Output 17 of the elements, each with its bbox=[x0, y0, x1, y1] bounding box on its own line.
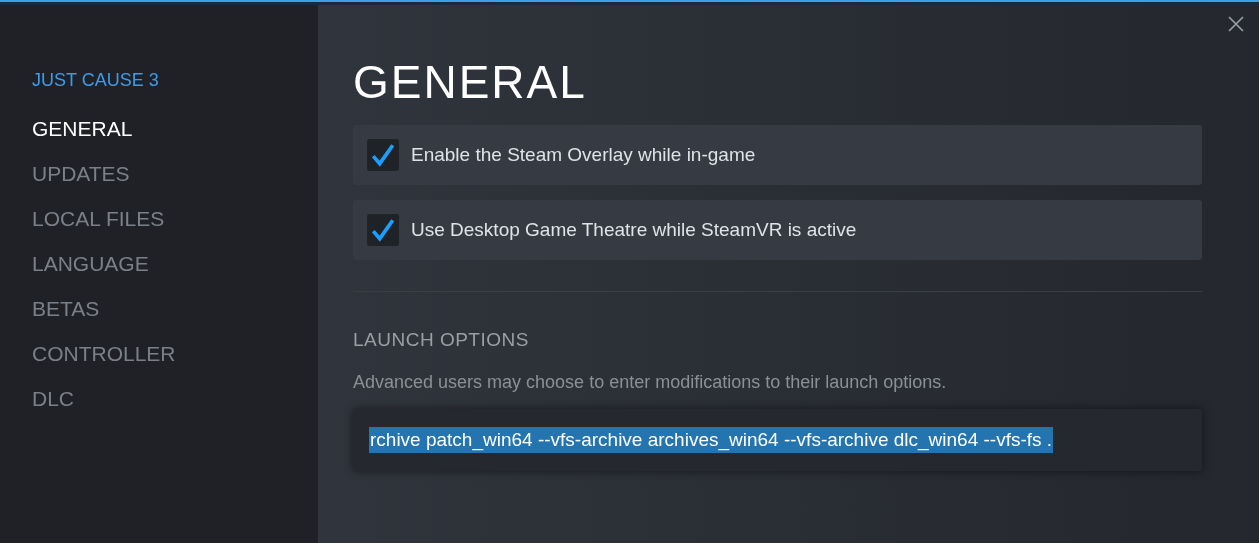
sidebar-item[interactable]: LOCAL FILES bbox=[32, 206, 165, 231]
launch-options-heading: LAUNCH OPTIONS bbox=[353, 328, 530, 352]
option-label: Enable the Steam Overlay while in-game bbox=[411, 142, 756, 167]
checkbox[interactable] bbox=[367, 214, 399, 246]
launch-options-field[interactable]: rchive patch_win64 --vfs-archive archives_win64 --vfs-archive dlc_win64 --vfs-fs . bbox=[353, 408, 1202, 471]
sidebar-item[interactable]: LANGUAGE bbox=[32, 251, 149, 276]
game-title: JUST CAUSE 3 bbox=[32, 69, 160, 92]
checkbox[interactable] bbox=[367, 139, 399, 171]
sidebar-item[interactable]: GENERAL bbox=[32, 116, 133, 141]
sidebar-item[interactable]: UPDATES bbox=[32, 161, 130, 186]
sidebar-item[interactable]: BETAS bbox=[32, 296, 100, 321]
launch-options-description: Advanced users may choose to enter modifications to their launch options. bbox=[353, 370, 948, 394]
sidebar-item[interactable]: DLC bbox=[32, 386, 74, 411]
page-heading: GENERAL bbox=[353, 59, 588, 105]
option-label: Use Desktop Game Theatre while SteamVR is active bbox=[411, 217, 857, 242]
sidebar-item[interactable]: CONTROLLER bbox=[32, 341, 176, 366]
close-icon[interactable] bbox=[1227, 15, 1245, 33]
